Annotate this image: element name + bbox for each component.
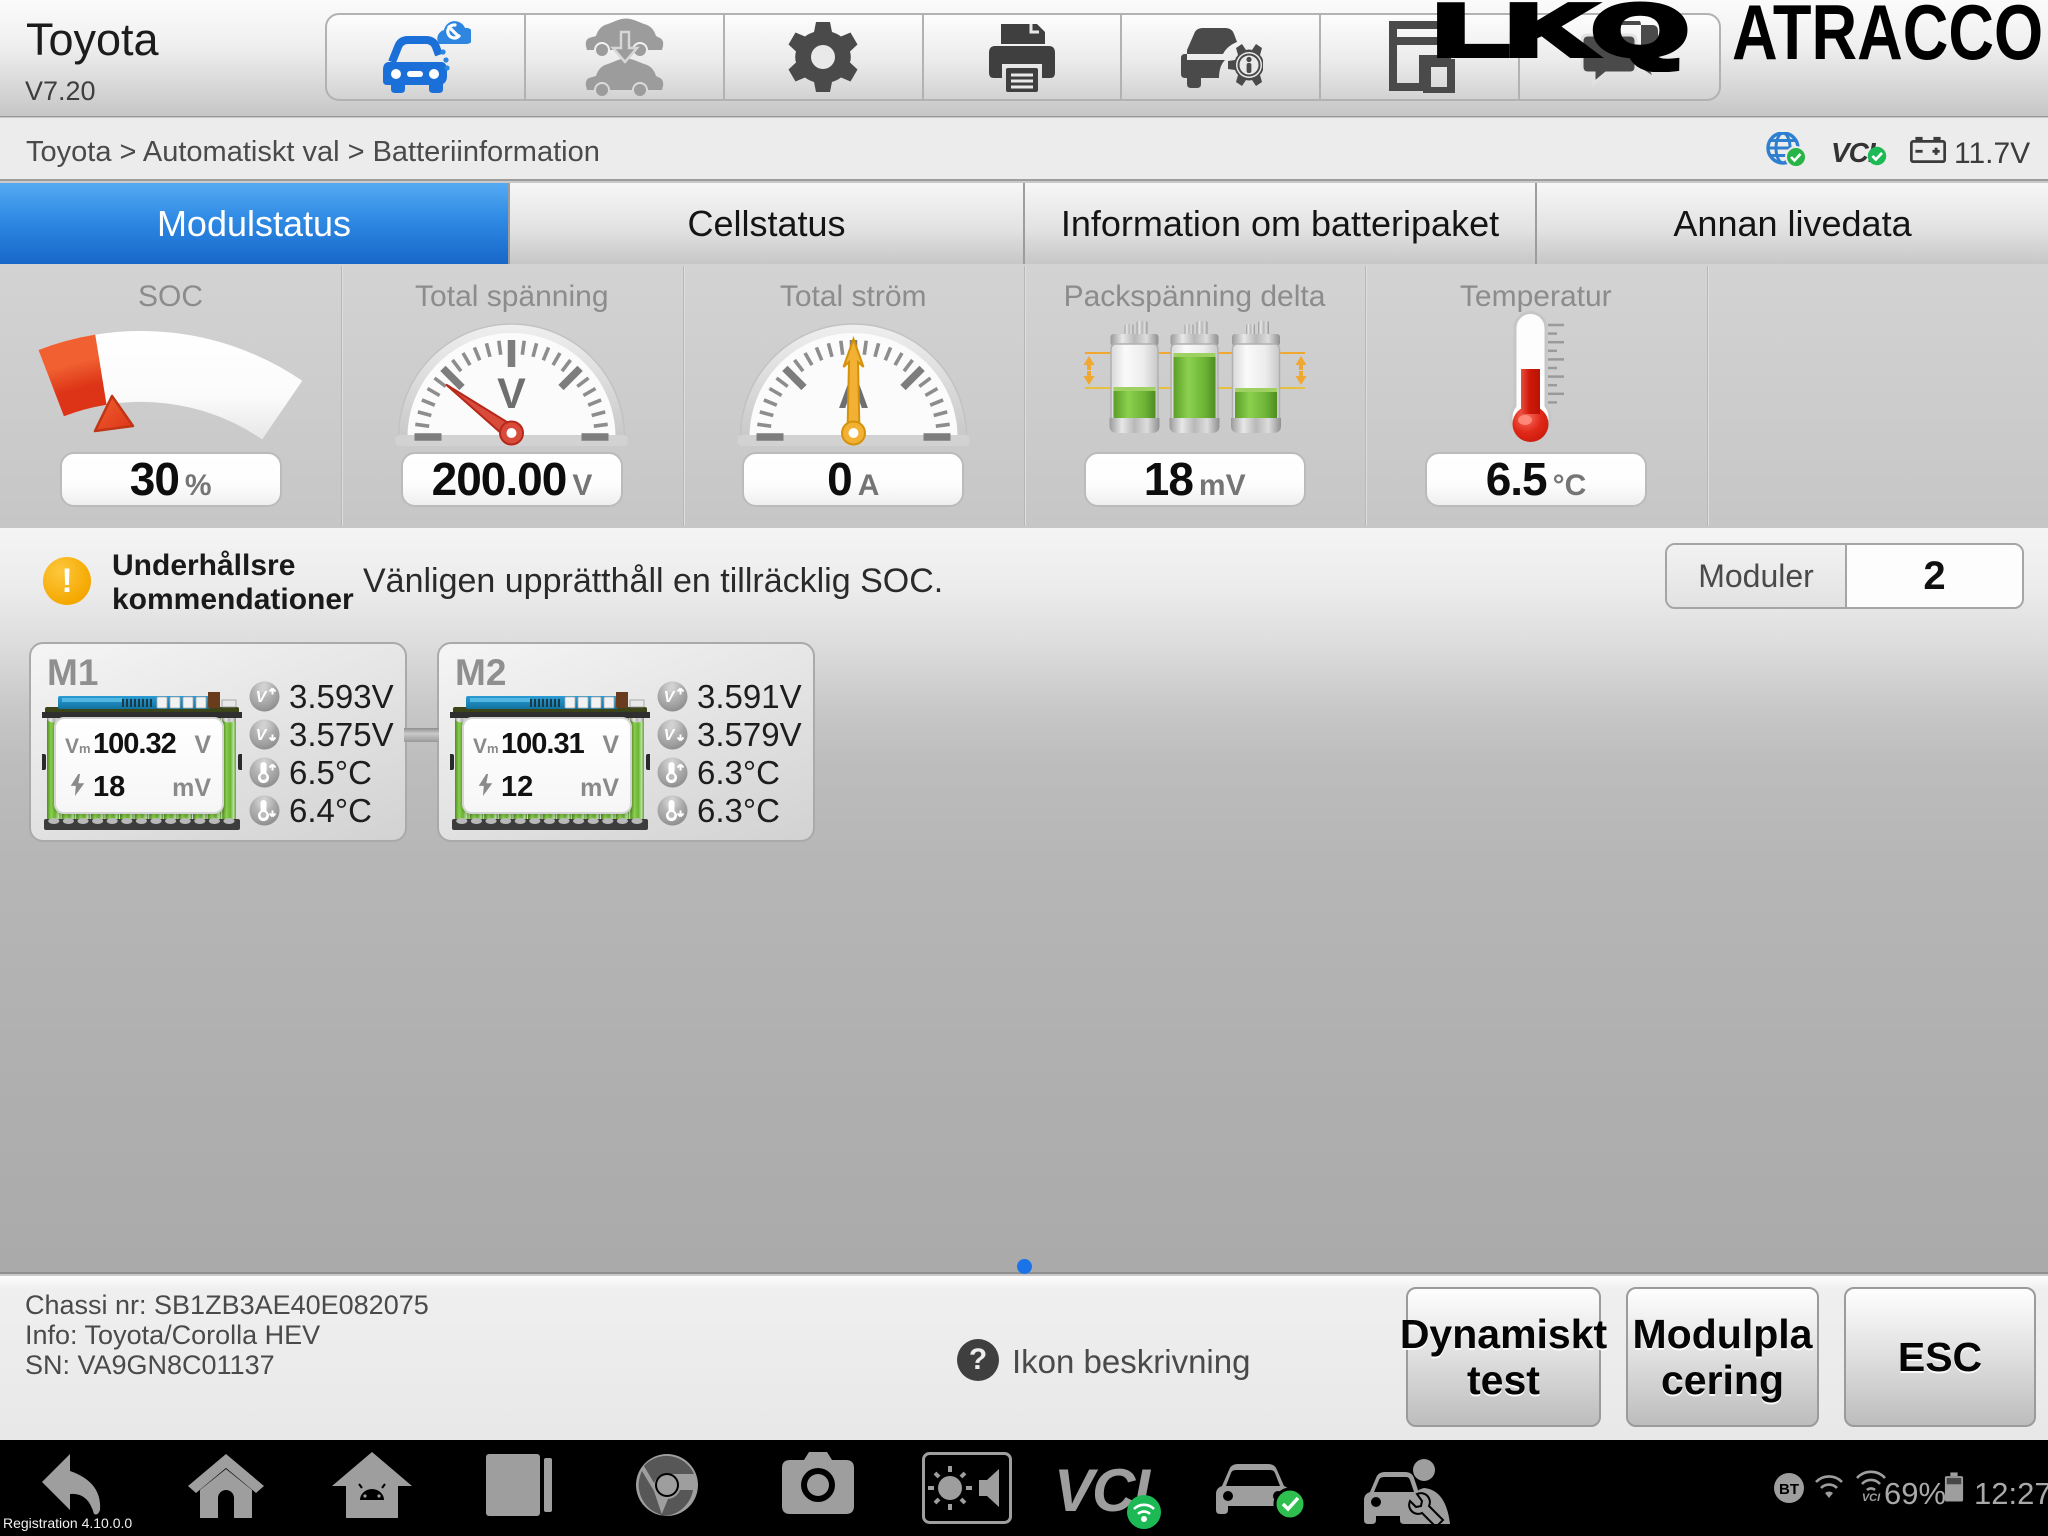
svg-text:V: V xyxy=(256,727,268,744)
svg-text:V: V xyxy=(256,689,268,706)
svg-text:BT: BT xyxy=(1779,1481,1799,1498)
svg-text:V: V xyxy=(664,689,676,706)
svg-text:V: V xyxy=(497,370,526,418)
svg-text:VCI: VCI xyxy=(1862,1492,1881,1502)
svg-text:V: V xyxy=(664,727,676,744)
